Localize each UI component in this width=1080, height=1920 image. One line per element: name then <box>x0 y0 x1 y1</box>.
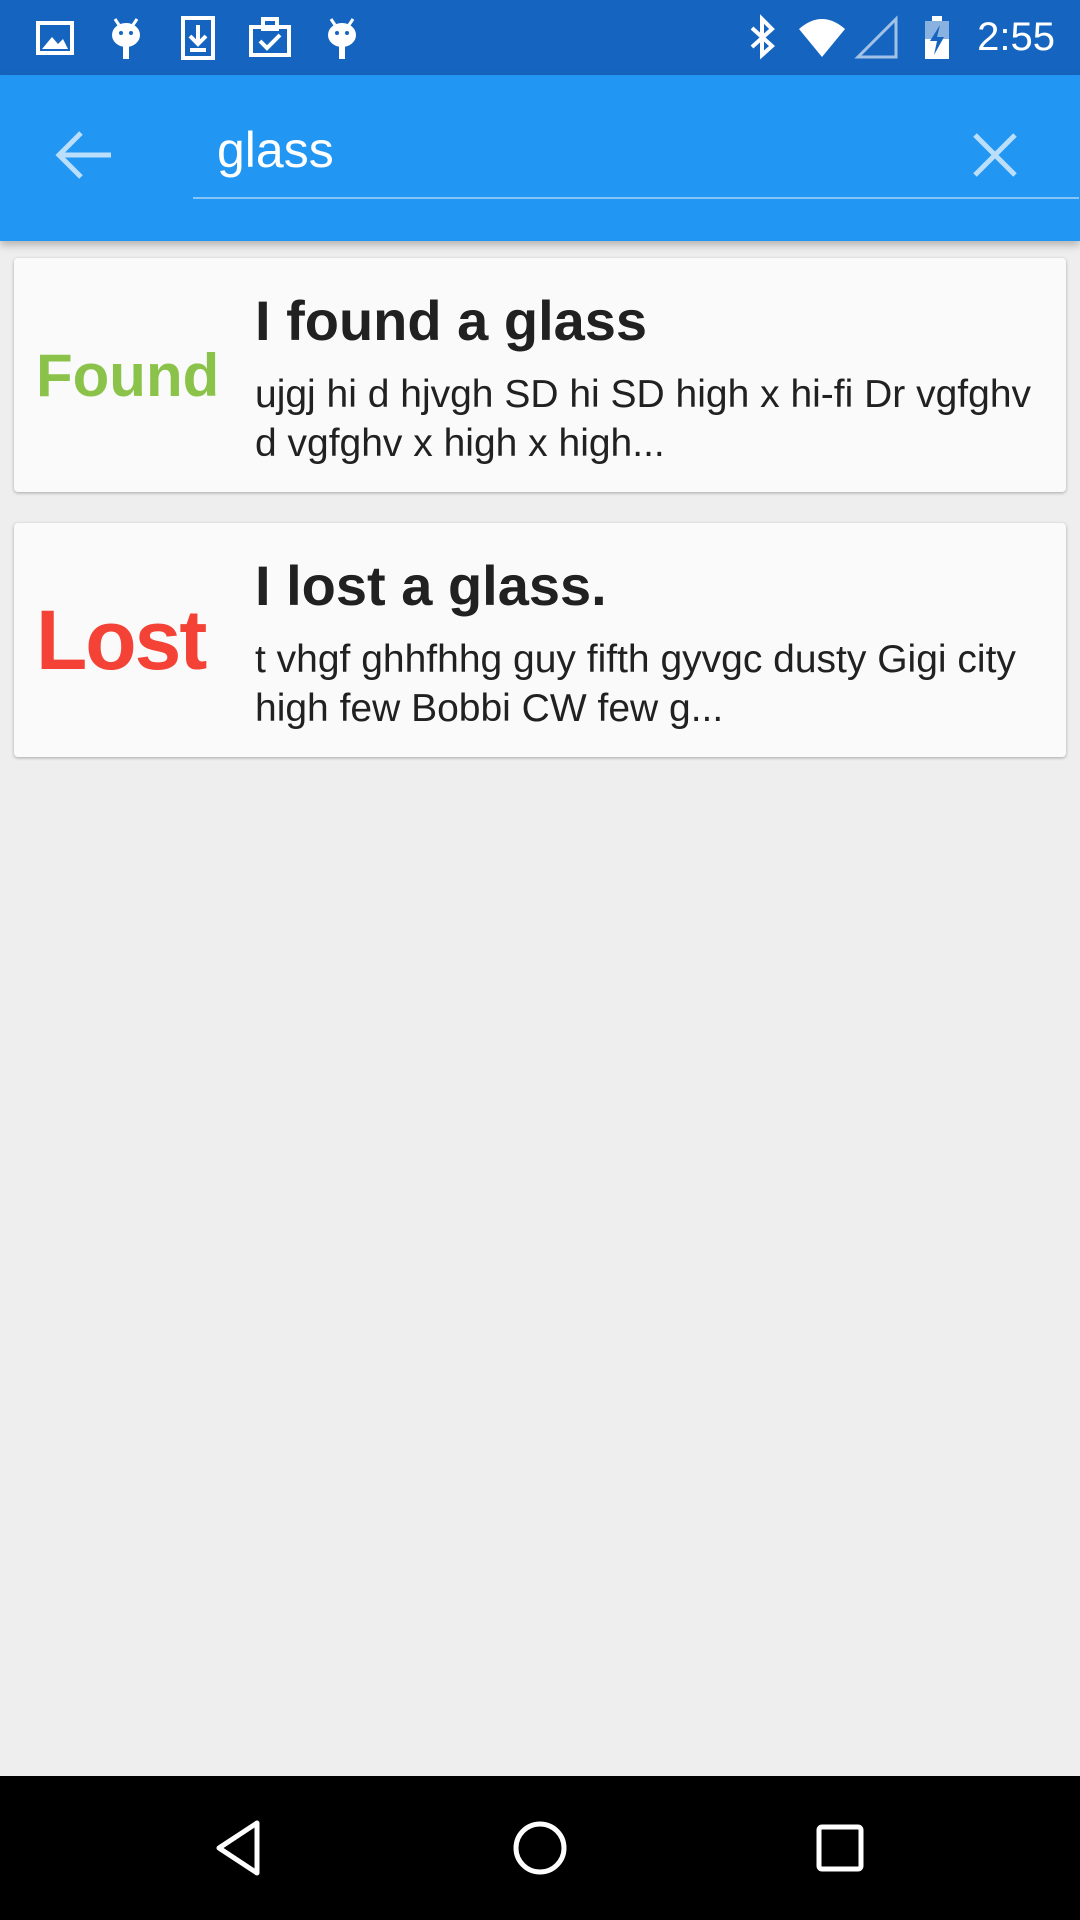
status-bar: 2:55 <box>0 0 1080 75</box>
status-badge-lost: Lost <box>36 592 207 687</box>
arrow-back-icon[interactable] <box>45 120 125 190</box>
wifi-icon <box>799 19 845 57</box>
status-badge-found: Found <box>36 341 220 409</box>
result-card-lost[interactable]: Lost I lost a glass. t vhgf ghhfhhg guy … <box>14 523 1066 757</box>
results-list: Found I found a glass ujgj hi d hjvgh SD… <box>14 258 1066 788</box>
card-title: I lost a glass. <box>255 554 607 617</box>
clipboard-check-icon <box>249 17 291 57</box>
card-snippet: t vhgf ghhfhhg guy fifth gyvgc dusty Gig… <box>255 638 1016 730</box>
navigation-bar <box>0 1776 1080 1920</box>
signal-icon <box>854 15 898 59</box>
result-card-found[interactable]: Found I found a glass ujgj hi d hjvgh SD… <box>14 258 1066 492</box>
bluetooth-icon <box>750 14 775 60</box>
android-icon <box>328 18 356 59</box>
home-circle-icon[interactable] <box>505 1813 575 1883</box>
close-icon[interactable] <box>960 120 1030 190</box>
clock-time: 2:55 <box>977 15 1055 59</box>
search-toolbar <box>0 75 1080 241</box>
card-title: I found a glass <box>255 289 648 352</box>
android-icon <box>112 18 140 59</box>
back-triangle-icon[interactable] <box>205 1813 275 1883</box>
search-input[interactable] <box>193 115 1079 199</box>
download-icon <box>181 16 215 60</box>
image-icon <box>36 21 74 55</box>
recents-square-icon[interactable] <box>805 1813 875 1883</box>
card-snippet: ujgj hi d hjvgh SD hi SD high x hi-fi Dr… <box>255 373 1032 465</box>
battery-charging-icon <box>925 16 949 59</box>
